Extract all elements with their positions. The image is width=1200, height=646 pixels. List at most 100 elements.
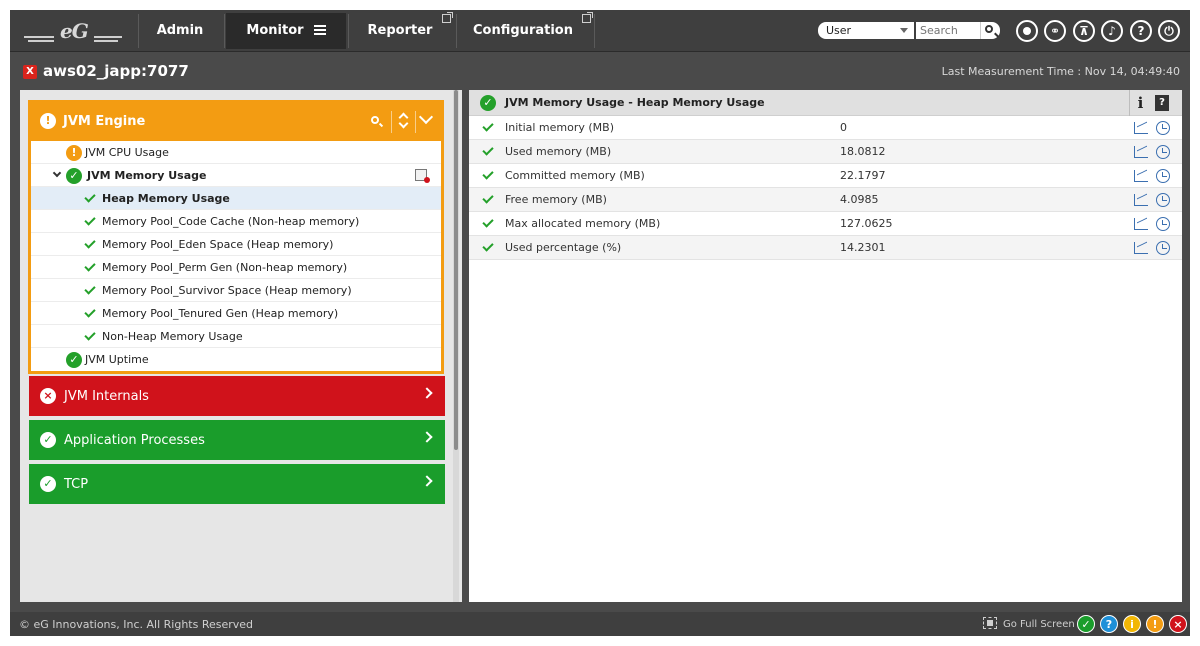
nav-configuration[interactable]: Configuration	[458, 10, 588, 52]
measure-value: 14.2301	[840, 241, 886, 254]
history-icon[interactable]	[1156, 145, 1170, 159]
section-jvm-internals[interactable]: × JVM Internals	[29, 376, 445, 416]
tree-item-label: Memory Pool_Tenured Gen (Heap memory)	[102, 307, 339, 320]
measure-name: Initial memory (MB)	[505, 121, 615, 134]
nav-divider	[348, 14, 349, 48]
section-jvm-engine: ! JVM Engine ! JVM CPU Usage ✓ JVM Memor…	[28, 100, 444, 374]
graph-icon[interactable]	[1134, 146, 1148, 158]
help-icon[interactable]: ?	[1155, 95, 1169, 111]
section-application-processes[interactable]: ✓ Application Processes	[29, 420, 445, 460]
tree-item-heap-memory-usage[interactable]: Heap Memory Usage	[31, 187, 441, 210]
measure-row: Committed memory (MB) 22.1797	[469, 164, 1182, 188]
history-icon[interactable]	[1156, 121, 1170, 135]
chevron-right-icon	[421, 387, 433, 399]
tree-item-label: Memory Pool_Eden Space (Heap memory)	[102, 238, 334, 251]
user-icon[interactable]	[1016, 20, 1038, 42]
measure-name: Used percentage (%)	[505, 241, 622, 254]
menu-icon[interactable]	[313, 25, 326, 35]
alert-filter-icon[interactable]: ⊼	[1073, 20, 1095, 42]
section-label: TCP	[64, 477, 89, 492]
external-link-icon[interactable]	[442, 12, 453, 23]
status-major-icon[interactable]: !	[1146, 615, 1164, 633]
power-icon[interactable]: ⏻	[1158, 20, 1180, 42]
nav-divider	[138, 14, 139, 48]
history-icon[interactable]	[1156, 193, 1170, 207]
tree-item-perm-gen[interactable]: Memory Pool_Perm Gen (Non-heap memory)	[31, 256, 441, 279]
tree-item-survivor-space[interactable]: Memory Pool_Survivor Space (Heap memory)	[31, 279, 441, 302]
status-unknown-icon[interactable]: ?	[1100, 615, 1118, 633]
section-header-jvm-engine[interactable]: ! JVM Engine	[31, 103, 441, 141]
last-measurement-time: Last Measurement Time : Nov 14, 04:49:40	[941, 65, 1180, 78]
measure-value: 4.0985	[840, 193, 879, 206]
sort-icon[interactable]	[397, 109, 411, 131]
full-screen-button[interactable]: Go Full Screen	[983, 617, 1075, 631]
nav-divider	[224, 14, 225, 48]
chevron-right-icon	[421, 431, 433, 443]
nav-monitor[interactable]: Monitor	[226, 13, 346, 49]
tree-item-label: Memory Pool_Perm Gen (Non-heap memory)	[102, 261, 348, 274]
graph-icon[interactable]	[1134, 218, 1148, 230]
app-window: eG Admin Monitor Reporter Configuration …	[10, 10, 1190, 636]
tree-item-jvm-cpu-usage[interactable]: ! JVM CPU Usage	[31, 141, 441, 164]
info-icon[interactable]: i	[1129, 90, 1151, 116]
check-icon	[84, 329, 96, 341]
check-icon	[84, 191, 96, 203]
tree-item-jvm-uptime[interactable]: ✓ JVM Uptime	[31, 348, 441, 371]
check-icon	[84, 260, 96, 272]
fullscreen-icon	[983, 617, 997, 629]
tree-item-jvm-memory-usage[interactable]: ✓ JVM Memory Usage	[31, 164, 441, 187]
tree-item-eden-space[interactable]: Memory Pool_Eden Space (Heap memory)	[31, 233, 441, 256]
logo-text: eG	[60, 19, 89, 43]
measure-row: Used memory (MB) 18.0812	[469, 140, 1182, 164]
graph-icon[interactable]	[1134, 122, 1148, 134]
nav-reporter[interactable]: Reporter	[350, 10, 450, 52]
tree-item-tenured-gen[interactable]: Memory Pool_Tenured Gen (Heap memory)	[31, 302, 441, 325]
search-icon	[985, 25, 993, 33]
measure-row: Initial memory (MB) 0	[469, 116, 1182, 140]
tree-item-code-cache[interactable]: Memory Pool_Code Cache (Non-heap memory)	[31, 210, 441, 233]
graph-icon[interactable]	[1134, 194, 1148, 206]
section-tcp[interactable]: ✓ TCP	[29, 464, 445, 504]
tree-item-label: Memory Pool_Code Cache (Non-heap memory)	[102, 215, 360, 228]
help-icon[interactable]: ?	[1130, 20, 1152, 42]
check-icon	[482, 120, 494, 132]
nav-monitor-label: Monitor	[246, 23, 304, 38]
search-icon[interactable]	[369, 113, 384, 128]
check-icon	[84, 214, 96, 226]
check-icon	[84, 237, 96, 249]
measure-name: Free memory (MB)	[505, 193, 607, 206]
close-icon[interactable]: X	[23, 65, 37, 79]
graph-icon[interactable]	[1134, 170, 1148, 182]
measures-panel: ✓ JVM Memory Usage - Heap Memory Usage i…	[469, 90, 1182, 602]
link-icon[interactable]: ⚭	[1044, 20, 1066, 42]
status-minor-icon[interactable]: i	[1123, 615, 1141, 633]
nav-admin[interactable]: Admin	[140, 10, 220, 52]
eg-logo[interactable]: eG	[24, 16, 134, 46]
tree-item-label: JVM CPU Usage	[85, 146, 169, 159]
check-icon	[84, 306, 96, 318]
chevron-down-icon[interactable]	[52, 168, 62, 178]
nav-reporter-label: Reporter	[367, 23, 433, 38]
page-title: aws02_japp:7077	[43, 62, 189, 80]
bell-icon[interactable]: ♪	[1101, 20, 1123, 42]
status-critical-icon[interactable]: ×	[1169, 615, 1187, 633]
external-link-icon[interactable]	[582, 12, 593, 23]
nav-configuration-label: Configuration	[473, 23, 573, 38]
tree-item-label: JVM Uptime	[85, 353, 149, 366]
history-icon[interactable]	[1156, 217, 1170, 231]
edit-config-badge-icon	[424, 177, 430, 183]
user-type-select[interactable]: User	[818, 22, 914, 39]
status-ok-icon[interactable]: ✓	[1077, 615, 1095, 633]
check-icon	[482, 144, 494, 156]
search-input[interactable]	[916, 22, 980, 39]
section-label: JVM Internals	[64, 389, 149, 404]
chevron-down-icon[interactable]	[418, 109, 434, 125]
history-icon[interactable]	[1156, 241, 1170, 255]
scrollbar-thumb[interactable]	[454, 90, 458, 450]
search-button[interactable]	[980, 22, 1000, 39]
copyright-text: © eG Innovations, Inc. All Rights Reserv…	[19, 618, 254, 631]
tree-item-non-heap-memory[interactable]: Non-Heap Memory Usage	[31, 325, 441, 348]
history-icon[interactable]	[1156, 169, 1170, 183]
graph-icon[interactable]	[1134, 242, 1148, 254]
tree-item-label: Memory Pool_Survivor Space (Heap memory)	[102, 284, 352, 297]
